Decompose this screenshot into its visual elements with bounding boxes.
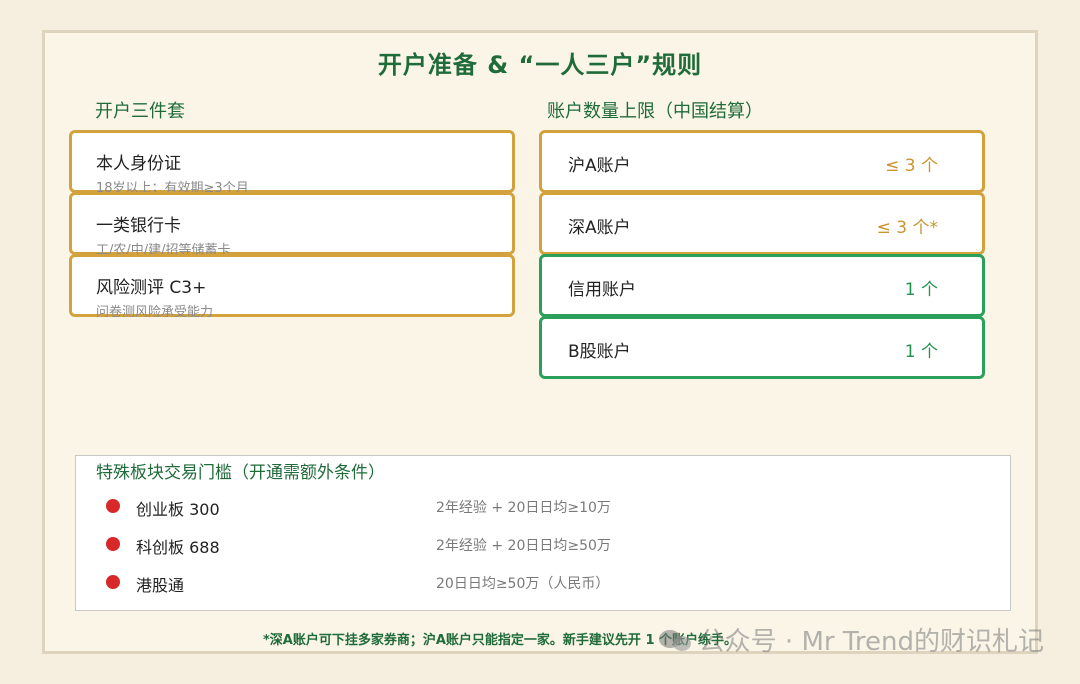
list-item: 创业板 300 2年经验 + 20日日均≥10万 xyxy=(76,492,1010,522)
card-main: 本人身份证 xyxy=(96,154,181,174)
board-name: 创业板 300 xyxy=(136,500,220,519)
account-limit: ≤ 3 个 xyxy=(885,156,938,176)
rules-panel: 开户准备 & “一人三户”规则 开户三件套 账户数量上限（中国结算） 本人身份证… xyxy=(42,30,1038,654)
board-condition: 2年经验 + 20日日均≥50万 xyxy=(436,538,611,554)
account-limit: 1 个 xyxy=(904,280,938,300)
list-item: 科创板 688 2年经验 + 20日日均≥50万 xyxy=(76,530,1010,560)
left-section-label: 开户三件套 xyxy=(95,101,185,122)
card-id-card: 本人身份证 18岁以上；有效期≥3个月 xyxy=(69,130,515,196)
watermark: 公众号 · Mr Trend的财识札记 xyxy=(658,621,1044,658)
board-condition: 2年经验 + 20日日均≥10万 xyxy=(436,500,611,516)
board-condition: 20日日均≥50万（人民币） xyxy=(436,576,610,592)
board-name: 港股通 xyxy=(136,576,185,595)
right-section-label: 账户数量上限（中国结算） xyxy=(547,101,763,122)
bullet-dot-icon xyxy=(106,537,120,551)
wechat-icon xyxy=(658,628,693,652)
card-bank-card: 一类银行卡 工/农/中/建/招等储蓄卡 xyxy=(69,192,515,258)
account-label: 沪A账户 xyxy=(568,156,631,176)
board-name: 科创板 688 xyxy=(136,538,220,557)
card-credit-account: 信用账户 1 个 xyxy=(539,254,985,317)
bullet-dot-icon xyxy=(106,499,120,513)
special-board-box: 特殊板块交易门槛（开通需额外条件） 创业板 300 2年经验 + 20日日均≥1… xyxy=(75,455,1011,611)
account-limit: ≤ 3 个* xyxy=(876,218,938,238)
card-sh-a-account: 沪A账户 ≤ 3 个 xyxy=(539,130,985,193)
page-title: 开户准备 & “一人三户”规则 xyxy=(377,51,703,79)
watermark-text: 公众号 · Mr Trend的财识札记 xyxy=(698,627,1044,657)
account-limit: 1 个 xyxy=(904,342,938,362)
card-sub: 问卷测风险承受能力 xyxy=(96,305,214,320)
card-b-share-account: B股账户 1 个 xyxy=(539,316,985,379)
card-main: 风险测评 C3+ xyxy=(96,278,207,298)
account-label: 深A账户 xyxy=(568,218,631,238)
account-label: 信用账户 xyxy=(568,280,636,300)
account-label: B股账户 xyxy=(568,342,631,362)
card-risk-test: 风险测评 C3+ 问卷测风险承受能力 xyxy=(69,254,515,320)
special-board-title: 特殊板块交易门槛（开通需额外条件） xyxy=(96,463,385,483)
card-sz-a-account: 深A账户 ≤ 3 个* xyxy=(539,192,985,255)
bullet-dot-icon xyxy=(106,575,120,589)
card-main: 一类银行卡 xyxy=(96,216,181,236)
list-item: 港股通 20日日均≥50万（人民币） xyxy=(76,568,1010,598)
